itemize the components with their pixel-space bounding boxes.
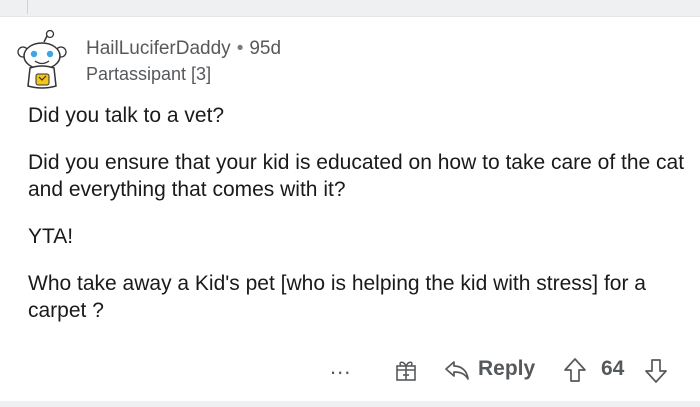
comment-paragraph: Did you ensure that your kid is educated… (28, 151, 685, 201)
reply-button[interactable]: Reply (478, 357, 535, 381)
gift-icon[interactable] (394, 358, 418, 382)
downvote-arrow-icon[interactable] (644, 358, 668, 384)
vote-score: 64 (601, 357, 625, 380)
comment-paragraph: Did you talk to a vet? (28, 104, 225, 127)
user-flair: Partassipant [3] (86, 64, 212, 84)
previous-comment-band (0, 0, 700, 17)
snoo-avatar[interactable] (14, 30, 70, 90)
meta-separator: • (236, 38, 244, 59)
upvote-arrow-icon[interactable] (563, 357, 587, 383)
more-options-button[interactable]: ... (330, 356, 351, 378)
comment-actions: ... Reply 64 (0, 356, 700, 386)
next-comment-band (0, 401, 700, 407)
reply-arrow-icon[interactable] (444, 359, 470, 381)
thread-line[interactable] (27, 0, 28, 14)
comment-paragraph: Who take away a Kid's pet [who is helpin… (28, 272, 646, 322)
comment-body: Did you talk to a vet? Did you ensure th… (28, 102, 688, 344)
comment-meta: HailLuciferDaddy • 95d (86, 38, 281, 60)
author-name[interactable]: HailLuciferDaddy (86, 38, 231, 59)
comment-paragraph: YTA! (28, 225, 74, 248)
comment-age[interactable]: 95d (249, 38, 281, 59)
